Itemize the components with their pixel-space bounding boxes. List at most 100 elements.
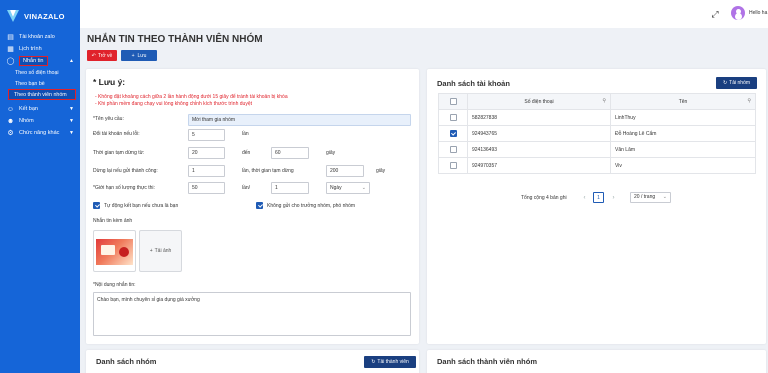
sidebar-item-add-friend[interactable]: ☺ Kết bạn ▼ <box>0 103 80 115</box>
sidebar-item-label: Tài khoản zalo <box>19 34 55 40</box>
save-button-label: Lưu <box>137 52 147 59</box>
prev-page-icon[interactable]: ‹ <box>579 192 590 203</box>
reload-groups-label: Tải nhóm <box>729 80 751 86</box>
pause-to-input[interactable]: 60 <box>271 147 309 159</box>
column-header-label: Tên <box>678 98 688 105</box>
back-button-label: Trở về <box>97 52 113 59</box>
next-page-icon[interactable]: › <box>608 192 619 203</box>
phone-cell: 924943765 <box>467 125 611 142</box>
id-card-icon: ▤ <box>7 33 14 41</box>
table-row[interactable]: 924943765 Đỗ Hoàng Lê Cẩm <box>438 125 756 142</box>
column-header-name: Tên ⚲ <box>610 93 756 110</box>
message-content-textarea[interactable]: Chào bạn, mình chuyên sỉ gia dụng giá xư… <box>93 292 411 336</box>
load-members-button[interactable]: ↻ Tải thành viên <box>364 356 416 368</box>
name-cell: Viv <box>610 157 756 174</box>
limit-per-label: lần/ <box>242 185 251 191</box>
switch-account-input[interactable]: 5 <box>188 129 225 141</box>
pagination-total: Tổng cộng 4 bản ghi <box>521 195 567 201</box>
row-checkbox[interactable] <box>449 146 457 153</box>
sidebar-item-label: Chức năng khác <box>19 130 60 136</box>
stop-wait-unit: giây <box>376 168 386 174</box>
message-content-label: *Nội dung nhắn tin: <box>93 282 136 288</box>
notes-title: * Lưu ý: <box>93 77 126 87</box>
table-row[interactable]: 582827838 LinhThuy <box>438 109 756 126</box>
load-members-label: Tải thành viên <box>377 359 409 365</box>
page-title: NHẮN TIN THEO THÀNH VIÊN NHÓM <box>87 34 263 45</box>
limit-per-input[interactable]: 1 <box>271 182 309 194</box>
campaign-name-label: *Tên yêu cầu: <box>93 116 124 122</box>
sidebar-item-schedule[interactable]: ▦ Lịch trình <box>0 43 80 55</box>
group-icon: ☻ <box>6 117 15 125</box>
note-line: - Khi phần mềm đang chạy vui lòng không … <box>95 101 252 107</box>
limit-period-select[interactable]: Ngày ⌄ <box>326 182 370 194</box>
switch-account-label: Đổi tài khoản nếu lỗi: <box>93 131 140 137</box>
column-header-label: Số điện thoại <box>524 98 554 105</box>
avatar[interactable] <box>731 6 745 20</box>
sidebar-subitem-by-group-members[interactable]: Theo thành viên nhóm <box>8 89 76 100</box>
username[interactable]: Hello ha <box>749 10 767 16</box>
sidebar-item-label: Kết bạn <box>19 106 38 112</box>
sidebar-item-messaging[interactable]: ◯ Nhắn tin ▲ <box>0 55 80 67</box>
chevron-down-icon: ⌄ <box>662 194 667 200</box>
row-checkbox[interactable] <box>449 162 457 169</box>
name-cell: LinhThuy <box>610 109 756 126</box>
row-checkbox[interactable] <box>449 114 457 121</box>
sidebar-item-zalo-accounts[interactable]: ▤ Tài khoản zalo <box>0 31 80 43</box>
page-size-select[interactable]: 20 / trang ⌄ <box>630 192 671 203</box>
attached-image-thumbnail[interactable] <box>93 230 136 272</box>
page-number-button[interactable]: 1 <box>593 192 604 203</box>
sidebar-subitem-by-phone[interactable]: Theo số điện thoại <box>0 67 80 78</box>
row-select-cell <box>438 157 468 174</box>
fullscreen-icon[interactable]: ⤢ <box>710 9 720 19</box>
search-icon[interactable]: ⚲ <box>747 98 751 104</box>
stop-unit: lần, thời gian tạm dừng <box>242 168 294 174</box>
upload-image-button[interactable]: + Tải ảnh <box>139 230 182 272</box>
campaign-name-input[interactable]: Mời tham gia nhóm <box>188 114 411 126</box>
stop-wait-input[interactable]: 200 <box>326 165 364 177</box>
pause-from-input[interactable]: 20 <box>188 147 225 159</box>
add-user-icon: ☺ <box>6 105 15 113</box>
vinazalo-logo-icon <box>7 10 19 22</box>
limit-input[interactable]: 50 <box>188 182 225 194</box>
pause-unit: giây <box>326 150 336 156</box>
auto-friend-label: Tự động kết bạn nếu chưa là bạn <box>104 203 179 209</box>
skip-admin-checkbox[interactable] <box>256 202 263 209</box>
page-size-value: 20 / trang <box>634 194 656 200</box>
chevron-up-icon: ▲ <box>69 58 74 64</box>
row-select-cell <box>438 109 468 126</box>
auto-friend-checkbox[interactable] <box>93 202 100 209</box>
top-bar: ⤢ Hello ha <box>80 0 768 28</box>
pause-label: Thời gian tạm dừng từ: <box>93 150 145 156</box>
search-icon[interactable]: ⚲ <box>602 98 606 104</box>
row-select-cell <box>438 141 468 158</box>
phone-cell: 924970357 <box>467 157 611 174</box>
reload-groups-button[interactable]: ↻ Tải nhóm <box>716 77 757 89</box>
skip-admin-label: Không gửi cho trưởng nhóm, phó nhóm <box>267 203 356 209</box>
save-button[interactable]: + Lưu <box>121 50 157 61</box>
message-icon: ◯ <box>6 57 15 65</box>
name-cell: Đỗ Hoàng Lê Cẩm <box>610 125 756 142</box>
accounts-table: Số điện thoại ⚲ Tên ⚲ 582827838 LinhThuy… <box>438 93 756 174</box>
back-button[interactable]: ↶ Trở về <box>87 50 117 61</box>
attach-image-label: Nhắn tin kèm ảnh <box>93 218 133 224</box>
table-row[interactable]: 924970357 Viv <box>438 157 756 174</box>
plus-icon: + <box>149 248 153 254</box>
logo: VINAZALO <box>0 0 80 26</box>
brand-name: VINAZALO <box>24 11 65 21</box>
table-row[interactable]: 924136493 Văn Lâm <box>438 141 756 158</box>
back-arrow-icon: ↶ <box>91 52 96 59</box>
row-checkbox[interactable] <box>449 130 457 137</box>
sidebar-item-groups[interactable]: ☻ Nhóm ▼ <box>0 115 80 127</box>
select-all-checkbox[interactable] <box>449 98 457 105</box>
column-header-phone: Số điện thoại ⚲ <box>467 93 611 110</box>
stop-input[interactable]: 1 <box>188 165 225 177</box>
switch-account-unit: lần <box>242 131 249 137</box>
members-title: Danh sách thành viên nhóm <box>437 357 538 366</box>
limit-period-value: Ngày <box>330 185 342 191</box>
sidebar-item-other[interactable]: ⚙ Chức năng khác ▼ <box>0 127 80 139</box>
chevron-down-icon: ▼ <box>69 130 74 136</box>
sidebar-subitem-by-friends[interactable]: Theo bạn bè <box>0 78 80 89</box>
note-line: - Không đặt khoảng cách giữa 2 lần hành … <box>95 94 288 100</box>
refresh-icon: ↻ <box>371 359 376 365</box>
plus-icon: + <box>131 52 135 59</box>
